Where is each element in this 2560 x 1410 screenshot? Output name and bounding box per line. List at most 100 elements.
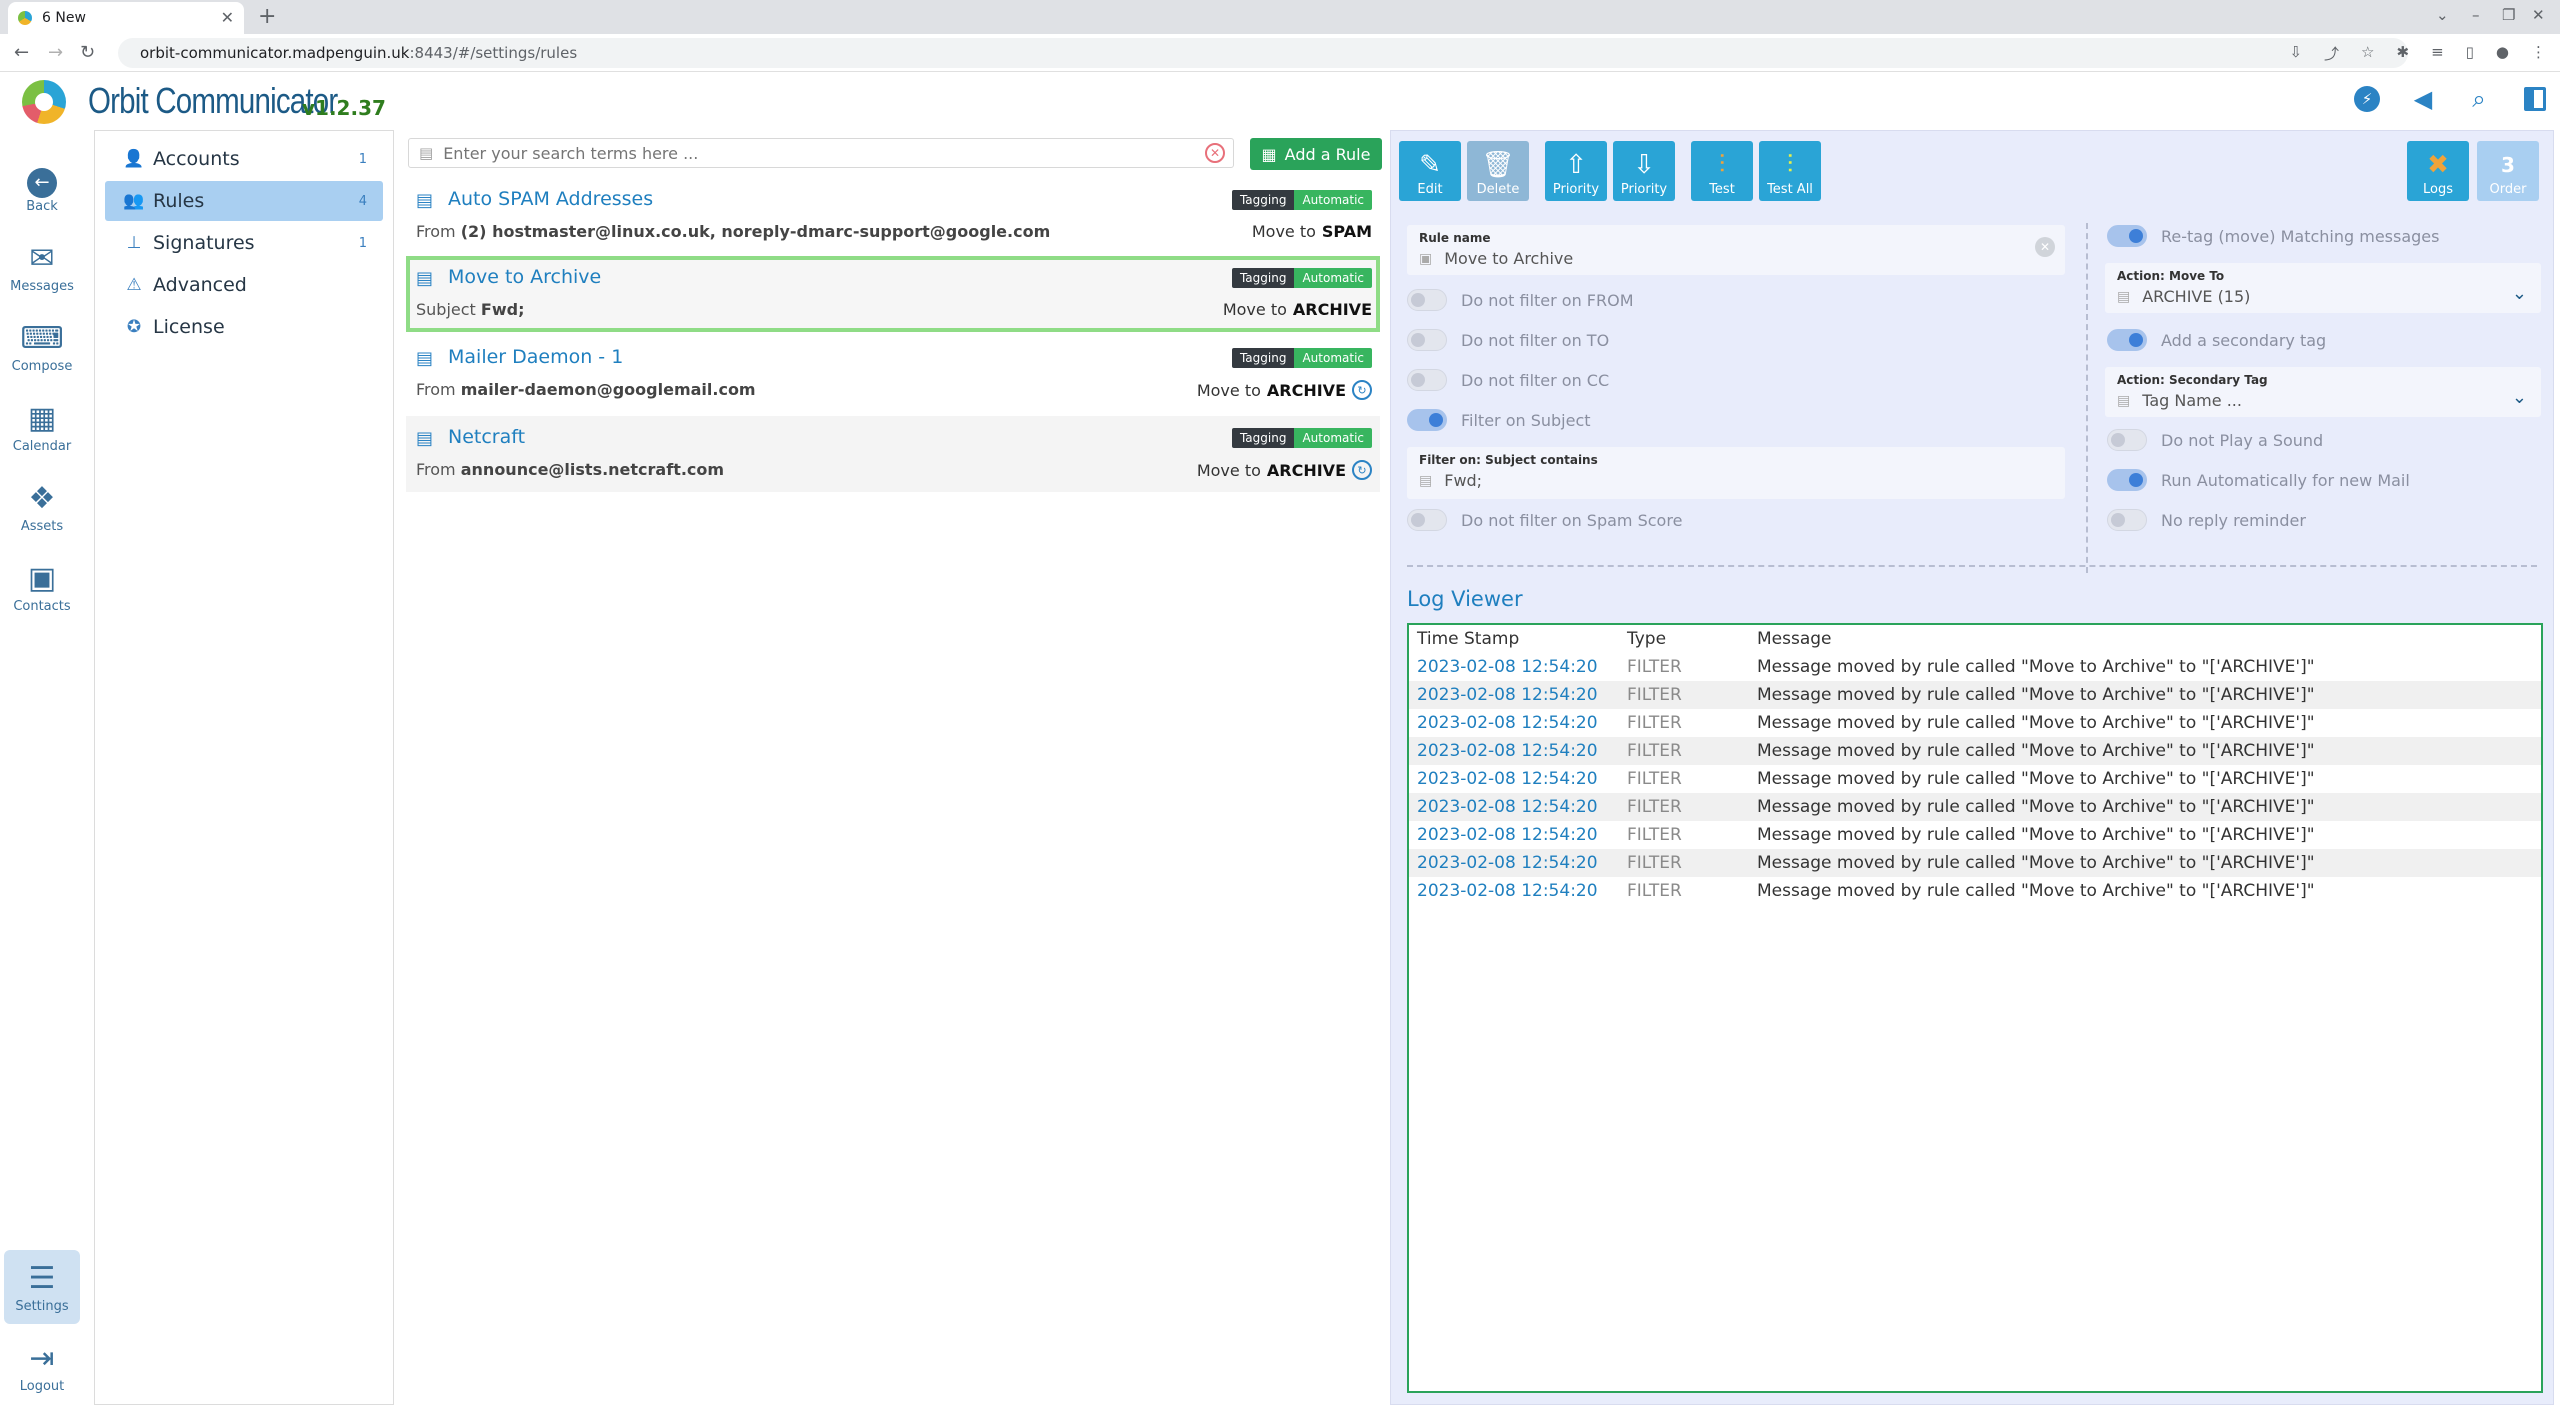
extensions-icon[interactable]: ✱ — [2396, 43, 2409, 64]
url-field[interactable]: orbit-communicator.madpenguin.uk:8443/#/… — [118, 38, 2408, 68]
sidebar-toggle-icon[interactable] — [2520, 84, 2550, 114]
test-button[interactable]: ⫶ Test — [1691, 141, 1753, 201]
toggle-secondary-tag[interactable]: Add a secondary tag — [2107, 329, 2326, 351]
priority-up-button[interactable]: ⇧ Priority — [1545, 141, 1607, 201]
sidebar-item-license[interactable]: ✪ License — [105, 307, 383, 347]
clear-search-icon[interactable]: ✕ — [1205, 143, 1225, 163]
nav-back[interactable]: ← Back — [4, 150, 80, 224]
install-icon[interactable]: ⇩ — [2289, 43, 2302, 64]
toggle-retag[interactable]: Re-tag (move) Matching messages — [2107, 225, 2439, 247]
forward-arrow-icon[interactable]: → — [48, 42, 63, 63]
move-to-value: ARCHIVE (15) — [2142, 287, 2251, 306]
toggle-switch[interactable] — [1407, 509, 1447, 531]
sidebar-item-rules[interactable]: 👥 Rules 4 — [105, 181, 383, 221]
test-tube-icon: ⫶ — [1718, 150, 1726, 180]
restore-icon[interactable]: ❐ — [2502, 6, 2515, 24]
toggle-no-spam-score[interactable]: Do not filter on Spam Score — [1407, 509, 1682, 531]
nav-contacts[interactable]: ▣ Contacts — [4, 550, 80, 624]
new-tab-icon[interactable]: + — [258, 4, 276, 29]
toggle-switch[interactable] — [1407, 409, 1447, 431]
back-arrow-icon[interactable]: ← — [14, 42, 29, 63]
chevron-down-icon[interactable]: ⌄ — [2436, 6, 2449, 24]
clear-field-icon[interactable]: ✕ — [2035, 237, 2055, 257]
subject-filter-field[interactable]: Filter on: Subject contains ▤ Fwd; — [1407, 447, 2065, 499]
search-box[interactable]: ▤ ✕ — [408, 138, 1234, 168]
toggle-switch[interactable] — [2107, 509, 2147, 531]
add-rule-button[interactable]: ▦ Add a Rule — [1250, 138, 1382, 170]
rule-item-selected[interactable]: ▤ Move to Archive Tagging Automatic Subj… — [406, 256, 1380, 332]
reload-icon[interactable]: ↻ — [80, 42, 95, 63]
toggle-switch[interactable] — [1407, 289, 1447, 311]
nav-label: Compose — [11, 358, 73, 374]
reading-list-icon[interactable]: ≡ — [2431, 43, 2444, 64]
rule-badges: Tagging Automatic — [1231, 348, 1372, 368]
rule-name-field[interactable]: Rule name ▣ Move to Archive ✕ — [1407, 225, 2065, 275]
subject-filter-value: Fwd; — [1444, 471, 1483, 490]
toggle-switch[interactable] — [2107, 329, 2147, 351]
rule-item[interactable]: ▤ Mailer Daemon - 1 Tagging Automatic Fr… — [406, 336, 1380, 412]
toggle-switch[interactable] — [1407, 369, 1447, 391]
chevron-down-icon[interactable]: ⌄ — [2512, 387, 2527, 408]
toggle-no-from[interactable]: Do not filter on FROM — [1407, 289, 1634, 311]
secondary-tag-select[interactable]: Action: Secondary Tag ▤ Tag Name ... ⌄ — [2105, 367, 2541, 417]
sidepanel-icon[interactable]: ▯ — [2466, 43, 2474, 64]
priority-down-button[interactable]: ⇩ Priority — [1613, 141, 1675, 201]
test-all-button[interactable]: ⫶ Test All — [1759, 141, 1821, 201]
secondary-tag-placeholder: Tag Name ... — [2142, 391, 2242, 410]
lightning-icon[interactable]: ⚡ — [2352, 84, 2382, 114]
col-timestamp: Time Stamp — [1417, 629, 1520, 649]
nav-compose[interactable]: ⌨ Compose — [4, 310, 80, 384]
search-input[interactable] — [443, 143, 1184, 163]
row-type: FILTER — [1627, 853, 1682, 873]
speaker-icon[interactable]: ◀ — [2408, 84, 2438, 114]
assets-icon: ❖ — [28, 480, 56, 516]
sidebar-item-label: Rules — [153, 190, 205, 212]
toggle-filter-subject[interactable]: Filter on Subject — [1407, 409, 1591, 431]
toggle-switch[interactable] — [2107, 469, 2147, 491]
star-icon[interactable]: ☆ — [2361, 43, 2374, 64]
toggle-no-reply-reminder[interactable]: No reply reminder — [2107, 509, 2306, 531]
toggle-no-to[interactable]: Do not filter on TO — [1407, 329, 1609, 351]
nav-calendar[interactable]: ▦ Calendar — [4, 390, 80, 464]
toggle-switch[interactable] — [1407, 329, 1447, 351]
rule-filter-value: announce@lists.netcraft.com — [460, 460, 725, 479]
rule-item[interactable]: ▤ Netcraft Tagging Automatic From announ… — [406, 416, 1380, 492]
sidebar-item-signatures[interactable]: ⊥ Signatures 1 — [105, 223, 383, 263]
close-window-icon[interactable]: ✕ — [2532, 6, 2545, 24]
column-divider — [2086, 223, 2088, 573]
move-to-value-row: ▤ ARCHIVE (15) — [2117, 287, 2250, 306]
nav-assets[interactable]: ❖ Assets — [4, 470, 80, 544]
logs-button[interactable]: ✖ Logs — [2407, 141, 2469, 201]
nav-messages[interactable]: ✉ Messages — [4, 230, 80, 304]
toggle-no-cc[interactable]: Do not filter on CC — [1407, 369, 1609, 391]
move-to-label: Action: Move To — [2117, 269, 2225, 283]
nav-settings[interactable]: ☰ Settings — [4, 1250, 80, 1324]
move-to-select[interactable]: Action: Move To ▤ ARCHIVE (15) ⌄ — [2105, 263, 2541, 313]
row-message: Message moved by rule called "Move to Ar… — [1757, 685, 2315, 705]
profile-icon[interactable]: ● — [2496, 43, 2509, 64]
delete-button[interactable]: 🗑 Delete — [1467, 141, 1529, 201]
rule-action: Move to ARCHIVE ↻ — [1197, 380, 1372, 400]
menu-icon[interactable]: ⋮ — [2531, 43, 2546, 64]
toggle-label: Run Automatically for new Mail — [2161, 470, 2410, 490]
nav-logout[interactable]: ⇥ Logout — [4, 1330, 80, 1404]
log-header-row: Time Stamp Type Message — [1409, 625, 2541, 653]
edit-button[interactable]: ✎ Edit — [1399, 141, 1461, 201]
close-tab-icon[interactable]: ✕ — [221, 8, 234, 27]
minimize-icon[interactable]: – — [2472, 6, 2480, 24]
row-timestamp: 2023-02-08 12:54:20 — [1417, 741, 1598, 761]
rule-item[interactable]: ▤ Auto SPAM Addresses Tagging Automatic … — [406, 178, 1380, 252]
toggle-switch[interactable] — [2107, 225, 2147, 247]
sidebar-item-accounts[interactable]: 👤 Accounts 1 — [105, 139, 383, 179]
toggle-switch[interactable] — [2107, 429, 2147, 451]
rule-name-value-row: ▣ Move to Archive — [1419, 249, 1573, 268]
sidebar-item-advanced[interactable]: ⚠ Advanced — [105, 265, 383, 305]
share-icon[interactable]: ⤴ — [2324, 43, 2339, 64]
log-viewer-table[interactable]: Time Stamp Type Message 2023-02-08 12:54… — [1407, 623, 2543, 1393]
browser-tab[interactable]: 6 New ✕ — [8, 2, 244, 34]
toggle-no-sound[interactable]: Do not Play a Sound — [2107, 429, 2323, 451]
chevron-down-icon[interactable]: ⌄ — [2512, 283, 2527, 304]
toggle-run-auto[interactable]: Run Automatically for new Mail — [2107, 469, 2410, 491]
order-button[interactable]: 3 Order — [2477, 141, 2539, 201]
zoom-icon[interactable]: ⌕ — [2464, 84, 2494, 114]
